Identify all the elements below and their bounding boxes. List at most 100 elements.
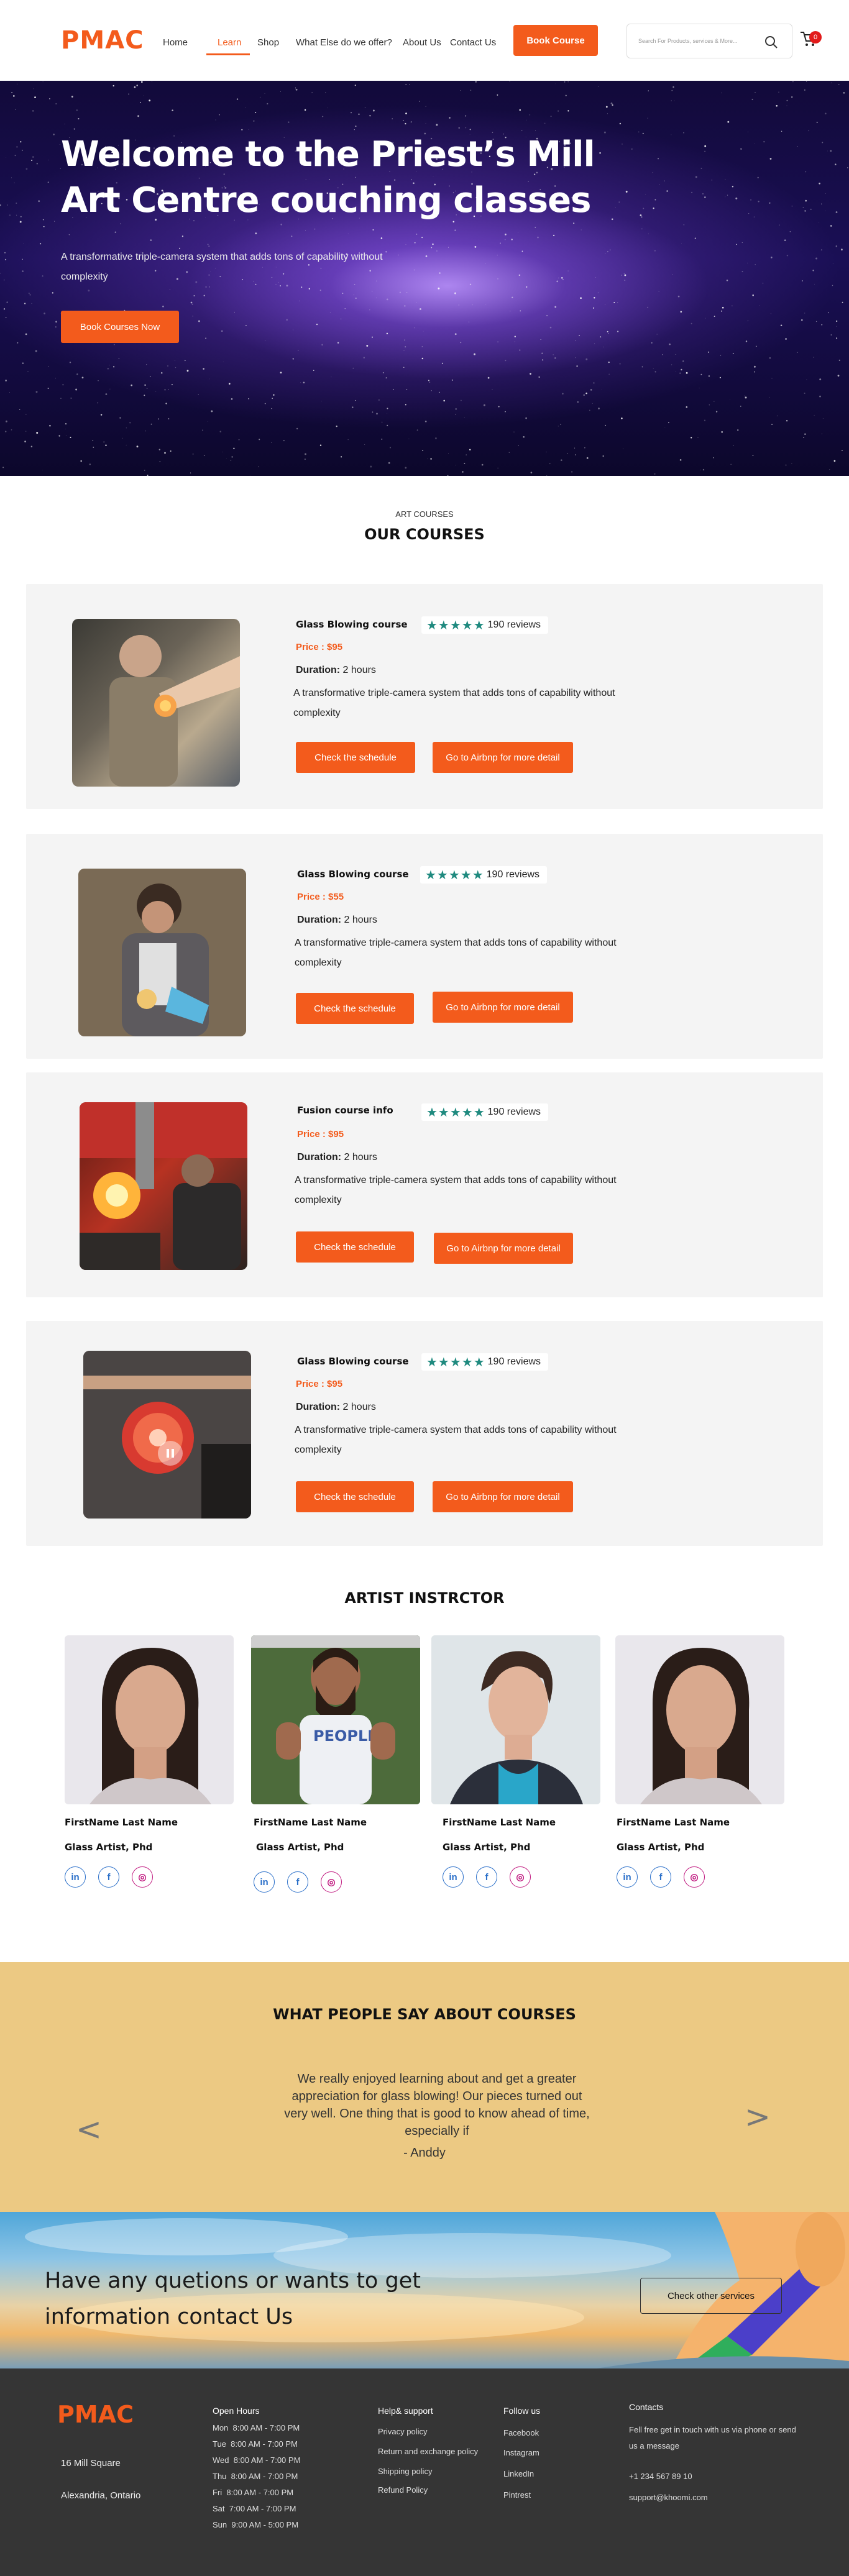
- course-duration: Duration: 2 hours: [297, 1152, 377, 1162]
- linkedin-icon[interactable]: in: [254, 1871, 275, 1893]
- footer-link-facebook[interactable]: Facebook: [503, 2428, 539, 2437]
- contact-phone[interactable]: +1 234 567 89 10: [629, 2472, 692, 2481]
- contacts-text: Fell free get in touch with us via phone…: [629, 2425, 796, 2450]
- review-count[interactable]: 190 reviews: [487, 869, 539, 880]
- hours-row: Wed 8:00 AM - 7:00 PM: [213, 2455, 301, 2465]
- course-name: Glass Blowing course: [297, 1356, 409, 1367]
- instructor-name: FirstName Last Name: [443, 1817, 556, 1828]
- check-schedule-button[interactable]: Check the schedule: [296, 1481, 414, 1512]
- search-input[interactable]: Search For Products, services & More...: [626, 24, 792, 58]
- footer-link-pintrest[interactable]: Pintrest: [503, 2490, 531, 2500]
- book-course-button[interactable]: Book Course: [513, 25, 598, 56]
- footer-link-refund[interactable]: Refund Policy: [378, 2485, 428, 2495]
- check-schedule-button[interactable]: Check the schedule: [296, 1231, 414, 1263]
- review-count[interactable]: 190 reviews: [488, 1356, 541, 1368]
- nav-shop[interactable]: Shop: [257, 37, 279, 48]
- site-footer: PMAC 16 Mill Square Alexandria, Ontario …: [0, 2368, 849, 2576]
- review-count[interactable]: 190 reviews: [488, 619, 541, 631]
- testimonial-author: - Anddy: [403, 2146, 446, 2160]
- hours-row: Thu 8:00 AM - 7:00 PM: [213, 2472, 298, 2481]
- nav-about[interactable]: About Us: [403, 37, 441, 48]
- footer-address-line2: Alexandria, Ontario: [61, 2490, 141, 2501]
- instructor-role: Glass Artist, Phd: [443, 1842, 531, 1853]
- course-description: A transformative triple-camera system th…: [295, 1425, 617, 1455]
- hours-row: Sat 7:00 AM - 7:00 PM: [213, 2504, 296, 2513]
- testimonial-quote: We really enjoyed learning about and get…: [284, 2072, 590, 2138]
- instagram-icon[interactable]: ◎: [684, 1866, 705, 1888]
- facebook-icon[interactable]: f: [287, 1871, 308, 1893]
- course-duration: Duration: 2 hours: [297, 915, 377, 925]
- course-description: A transformative triple-camera system th…: [295, 1175, 617, 1205]
- search-icon[interactable]: [764, 35, 778, 49]
- svg-text:PEOPLE: PEOPLE: [313, 1727, 378, 1745]
- linkedin-icon[interactable]: in: [443, 1866, 464, 1888]
- airbnb-detail-button[interactable]: Go to Airbnp for more detail: [433, 1481, 573, 1512]
- hero-title: Welcome to the Priest’s Mill Art Centre …: [61, 134, 595, 221]
- hours-row: Sun 9:00 AM - 5:00 PM: [213, 2520, 299, 2529]
- facebook-icon[interactable]: f: [650, 1866, 671, 1888]
- testimonials-section: WHAT PEOPLE SAY ABOUT COURSES We really …: [0, 1962, 849, 2212]
- stars-icon: ★★★★★: [426, 1355, 485, 1369]
- hero-subtitle: A transformative triple-camera system th…: [61, 252, 383, 282]
- course-rating: ★★★★★ 190 reviews: [421, 1103, 548, 1121]
- course-price: Price : $55: [297, 892, 344, 902]
- footer-address-line1: 16 Mill Square: [61, 2458, 121, 2469]
- hero-banner: Welcome to the Priest’s Mill Art Centre …: [0, 81, 849, 476]
- next-arrow-icon[interactable]: >: [745, 2099, 771, 2135]
- testimonials-title: WHAT PEOPLE SAY ABOUT COURSES: [273, 2006, 576, 2023]
- course-image: [80, 1102, 247, 1270]
- hours-heading: Open Hours: [213, 2406, 260, 2416]
- nav-learn[interactable]: Learn: [218, 37, 241, 48]
- course-description: A transformative triple-camera system th…: [295, 938, 617, 968]
- footer-link-shipping[interactable]: Shipping policy: [378, 2467, 432, 2476]
- book-courses-now-button[interactable]: Book Courses Now: [61, 311, 179, 343]
- footer-logo[interactable]: PMAC: [57, 2401, 134, 2428]
- check-other-services-button[interactable]: Check other services: [640, 2278, 782, 2314]
- footer-link-returns[interactable]: Return and exchange policy: [378, 2447, 478, 2456]
- linkedin-icon[interactable]: in: [617, 1866, 638, 1888]
- hours-row: Tue 8:00 AM - 7:00 PM: [213, 2439, 298, 2449]
- contact-email[interactable]: support@khoomi.com: [629, 2493, 708, 2502]
- footer-link-linkedin[interactable]: LinkedIn: [503, 2469, 534, 2478]
- airbnb-detail-button[interactable]: Go to Airbnp for more detail: [433, 992, 573, 1023]
- instagram-icon[interactable]: ◎: [132, 1866, 153, 1888]
- linkedin-icon[interactable]: in: [65, 1866, 86, 1888]
- facebook-icon[interactable]: f: [476, 1866, 497, 1888]
- course-price: Price : $95: [297, 1129, 344, 1140]
- airbnb-detail-button[interactable]: Go to Airbnp for more detail: [434, 1233, 573, 1264]
- nav-contact[interactable]: Contact Us: [450, 37, 496, 48]
- course-card: Glass Blowing course ★★★★★ 190 reviews Pr…: [26, 834, 823, 1059]
- prev-arrow-icon[interactable]: <: [76, 2111, 102, 2147]
- instructors-title: ARTIST INSTRCTOR: [344, 1589, 505, 1607]
- logo[interactable]: PMAC: [61, 26, 144, 55]
- nav-what-else[interactable]: What Else do we offer?: [296, 37, 392, 48]
- footer-link-instagram[interactable]: Instagram: [503, 2448, 539, 2457]
- footer-link-privacy[interactable]: Privacy policy: [378, 2427, 427, 2436]
- hours-row: Fri 8:00 AM - 7:00 PM: [213, 2488, 294, 2497]
- course-price: Price : $95: [296, 1379, 343, 1389]
- instagram-icon[interactable]: ◎: [321, 1871, 342, 1893]
- course-duration: Duration: 2 hours: [296, 665, 376, 675]
- instructor-photo: [431, 1635, 600, 1804]
- review-count[interactable]: 190 reviews: [488, 1107, 541, 1118]
- instagram-icon[interactable]: ◎: [510, 1866, 531, 1888]
- course-name: Fusion course info: [297, 1105, 393, 1116]
- stars-icon: ★★★★★: [426, 618, 485, 633]
- course-card: Fusion course info ★★★★★ 190 reviews Pric…: [26, 1072, 823, 1297]
- hours-row: Mon 8:00 AM - 7:00 PM: [213, 2423, 300, 2432]
- instructor-name: FirstName Last Name: [617, 1817, 730, 1828]
- contact-banner: Have any quetions or wants to get inform…: [0, 2212, 849, 2368]
- courses-title: OUR COURSES: [364, 526, 485, 543]
- course-rating: ★★★★★ 190 reviews: [421, 1353, 548, 1371]
- cart-count-badge: 0: [809, 31, 822, 43]
- check-schedule-button[interactable]: Check the schedule: [296, 742, 415, 773]
- follow-heading: Follow us: [503, 2406, 541, 2416]
- instructor-name: FirstName Last Name: [254, 1817, 367, 1828]
- contact-banner-title: Have any quetions or wants to get inform…: [45, 2268, 421, 2329]
- facebook-icon[interactable]: f: [98, 1866, 119, 1888]
- airbnb-detail-button[interactable]: Go to Airbnp for more detail: [433, 742, 573, 773]
- nav-home[interactable]: Home: [163, 37, 188, 48]
- instructor-name: FirstName Last Name: [65, 1817, 178, 1828]
- check-schedule-button[interactable]: Check the schedule: [296, 993, 414, 1024]
- stars-icon: ★★★★★: [426, 1105, 485, 1120]
